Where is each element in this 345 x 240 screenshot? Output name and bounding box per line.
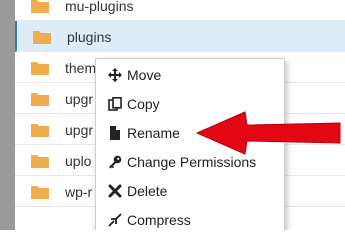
file-name: upgr [65,122,94,138]
file-name: upgr [65,91,94,107]
menu-item-compress[interactable]: Compress [96,206,284,230]
file-name: plugins [67,29,112,45]
move-icon [108,68,122,82]
file-row-mu-plugins[interactable]: mu-plugins [15,0,345,21]
folder-icon [31,155,49,168]
file-name: mu-plugins [65,0,134,14]
folder-icon [33,31,51,44]
folder-icon [31,0,49,13]
folder-icon [31,124,49,137]
folder-icon [31,93,49,106]
key-icon [109,155,122,169]
menu-item-move[interactable]: Move [96,61,284,90]
menu-item-label: Compress [127,212,191,228]
file-name: wp-r [65,184,93,200]
file-name: them [65,60,97,76]
menu-item-label: Move [127,67,162,83]
menu-item-label: Copy [127,96,160,112]
x-icon [108,184,122,198]
menu-item-label: Delete [127,183,168,199]
menu-item-delete[interactable]: Delete [96,177,284,206]
file-icon [110,126,120,140]
file-name: uplo [65,153,92,169]
folder-icon [31,186,49,199]
annotation-arrow [195,111,341,155]
folder-icon [31,62,49,75]
menu-item-label: Change Permissions [127,154,257,170]
file-manager-view: mu-plugins plugins them upgr upgr uplo w… [0,0,345,230]
left-gutter [0,0,15,230]
menu-item-label: Rename [127,125,180,141]
file-row-plugins[interactable]: plugins [15,21,345,52]
compress-icon [108,213,122,227]
copy-icon [108,97,122,111]
